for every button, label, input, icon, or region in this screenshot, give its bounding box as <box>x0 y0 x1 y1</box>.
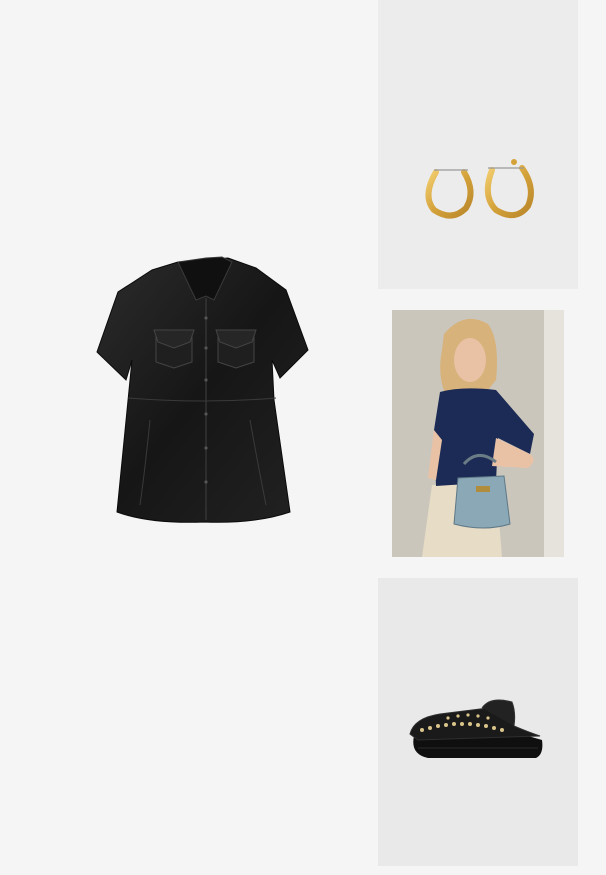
dress-product-image[interactable] <box>0 0 378 875</box>
earrings-product-image[interactable] <box>378 0 578 289</box>
leather-shirt-dress-illustration <box>96 256 309 523</box>
model-handbag-image[interactable] <box>392 310 564 557</box>
model-with-denim-bag-illustration <box>392 310 564 557</box>
mule-upper <box>409 707 541 741</box>
right-hoop <box>484 159 534 219</box>
mule-product-image[interactable] <box>378 578 578 866</box>
gold-hoop-earrings-illustration <box>425 159 534 219</box>
left-hoop <box>425 169 474 219</box>
studded-mule-illustration <box>409 699 543 758</box>
denim-bag <box>453 475 511 529</box>
